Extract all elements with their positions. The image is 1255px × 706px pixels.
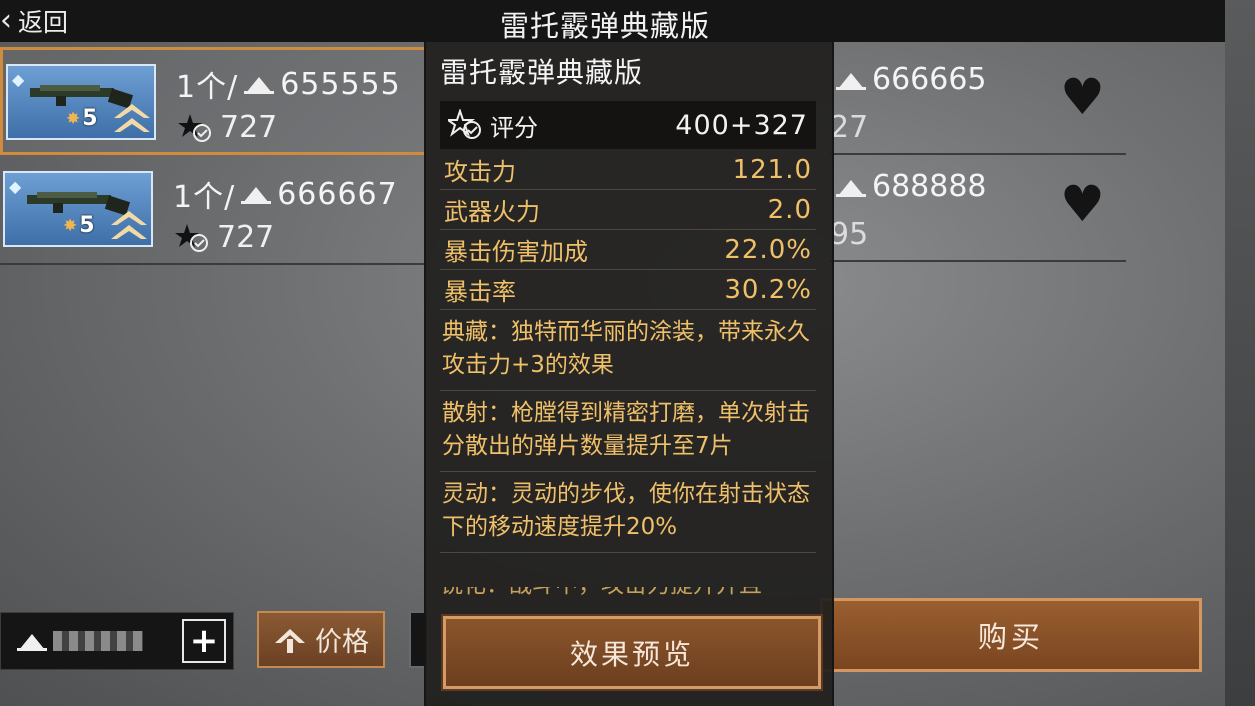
weapon-thumbnail: ◆ ✸ 5 (6, 64, 156, 140)
stat-label: 暴击伤害加成 (444, 238, 588, 266)
weapon-level: 5 (82, 106, 98, 131)
price-value: 655555 (280, 66, 401, 102)
score-value: 727 (217, 220, 275, 255)
heart-icon[interactable]: ♥ (1060, 179, 1105, 229)
score-value: 95 (830, 217, 869, 252)
listing-row[interactable]: ◆ ✸ 5 1个/ 666667 727 (0, 160, 426, 265)
weapon-thumbnail: ◆ ✸ 5 (3, 171, 153, 247)
stat-value: 121.0 (732, 154, 812, 185)
price-value: 666665 (872, 62, 987, 97)
balance-redacted (53, 631, 143, 651)
buy-button[interactable]: 购买 (820, 598, 1202, 672)
gem-icon: ◆ (12, 70, 25, 89)
price-value: 688888 (872, 169, 987, 204)
coin-icon (244, 77, 275, 94)
coin-icon (836, 179, 866, 197)
stat-label: 暴击率 (444, 278, 516, 306)
stat-value: 22.0% (724, 234, 812, 265)
stat-row: 攻击力 121.0 (440, 150, 816, 190)
scroll-overflow-text: 锐化：战斗中，攻击力提升并且 (440, 587, 816, 601)
truncated-perk: 锐化：战斗中，攻击力提升并且 (440, 587, 816, 601)
stat-value: 30.2% (724, 274, 812, 305)
quantity-label: 1个/ (176, 70, 239, 105)
stats-list: 攻击力 121.0 武器火力 2.0 暴击伤害加成 22.0% 暴击率 30.2… (440, 150, 816, 553)
star-icon: ✸ (63, 215, 78, 236)
stat-label: 武器火力 (444, 198, 540, 226)
coin-icon (836, 72, 866, 90)
price-value: 666667 (277, 176, 398, 212)
popup-title: 雷托霰弹典藏版 (440, 56, 644, 89)
rank-up-icon (114, 104, 150, 132)
heart-icon[interactable]: ♥ (1060, 72, 1105, 122)
page-title: 雷托霰弹典藏版 (499, 9, 710, 43)
score-label: 评分 (490, 113, 538, 142)
perk-description: 典藏：独特而华丽的涂装，带来永久攻击力+3的效果 (440, 310, 816, 391)
stat-row: 暴击率 30.2% (440, 270, 816, 310)
star-icon: ✸ (66, 108, 81, 129)
sort-by-price-button[interactable]: 价格 (257, 611, 385, 668)
perk-description: 散射：枪膛得到精密打磨，单次射击分散出的弹片数量提升至7片 (440, 391, 816, 472)
score-badge-icon (175, 223, 208, 252)
perk-description: 灵动：灵动的步伐，使你在射击状态下的移动速度提升20% (440, 472, 816, 553)
stat-row: 武器火力 2.0 (440, 190, 816, 230)
effect-preview-button[interactable]: 效果预览 (441, 614, 823, 691)
sort-up-icon (275, 628, 305, 653)
listing-row-right[interactable]: 666665 27 ♥ (830, 50, 1126, 155)
weapon-detail-popup: 雷托霰弹典藏版 评分 400+327 攻击力 121.0 武器火力 2.0 暴击… (424, 42, 834, 706)
right-edge-strip (1225, 0, 1255, 706)
sort-label: 价格 (315, 627, 369, 658)
score-row: 评分 400+327 (440, 101, 816, 149)
stat-label: 攻击力 (444, 158, 516, 186)
plus-icon[interactable]: + (182, 619, 226, 663)
weapon-level: 5 (79, 213, 95, 238)
rank-up-icon (111, 211, 147, 239)
listing-row-right[interactable]: 688888 95 ♥ (830, 157, 1126, 262)
row-divider (0, 263, 426, 265)
listing-row[interactable]: ◆ ✸ 5 1个/ 655555 727 (0, 47, 426, 155)
stat-value: 2.0 (767, 194, 812, 225)
gem-icon: ◆ (9, 177, 22, 196)
score-value: 727 (220, 110, 278, 145)
score-value: 27 (830, 110, 869, 145)
score-badge-icon (178, 113, 211, 142)
currency-balance-box: + (0, 612, 234, 670)
coin-icon (17, 634, 47, 651)
row-divider (830, 260, 1126, 262)
score-badge-icon (448, 109, 481, 139)
score-total: 400+327 (675, 109, 808, 141)
row-divider (830, 153, 1126, 155)
stat-row: 暴击伤害加成 22.0% (440, 230, 816, 270)
coin-icon (241, 187, 272, 204)
quantity-label: 1个/ (173, 180, 236, 215)
